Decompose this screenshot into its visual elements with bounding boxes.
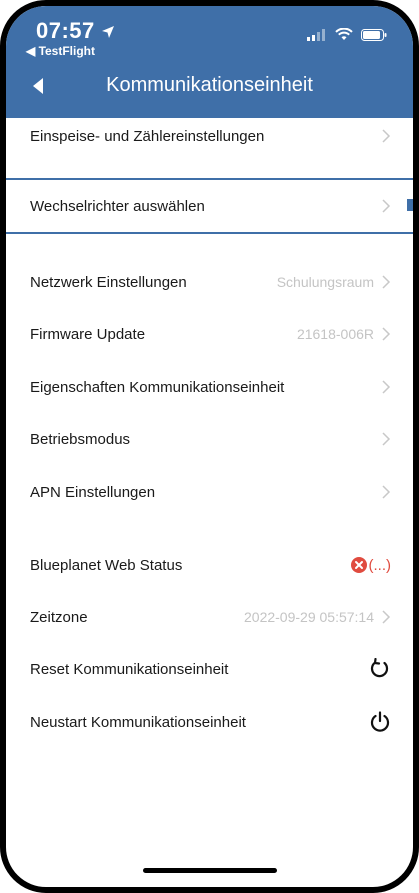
row-value: 21618-006R — [296, 326, 374, 342]
location-arrow-icon — [101, 26, 114, 39]
row-restart-unit[interactable]: Neustart Kommunikationseinheit — [6, 696, 413, 748]
row-label: Einspeise- und Zählereinstellungen — [30, 127, 265, 145]
app-header: 07:57 ◀ TestFlight Kommunikationseinheit — [6, 6, 413, 118]
chevron-right-icon — [382, 380, 391, 394]
row-label: Wechselrichter auswählen — [30, 197, 205, 215]
row-label: Eigenschaften Kommunikationseinheit — [30, 378, 285, 396]
row-label: Betriebsmodus — [30, 430, 131, 448]
chevron-right-icon — [382, 129, 391, 143]
chevron-right-icon — [382, 199, 391, 213]
power-icon[interactable] — [369, 711, 391, 733]
web-status-indicator: (...) — [350, 556, 392, 574]
row-firmware-update[interactable]: Firmware Update 21618-006R — [6, 308, 413, 360]
row-label: Zeitzone — [30, 608, 88, 626]
row-select-inverter[interactable]: Wechselrichter auswählen — [6, 178, 413, 234]
row-label: Firmware Update — [30, 325, 146, 343]
row-web-status[interactable]: Blueplanet Web Status (...) — [6, 539, 413, 591]
row-label: Blueplanet Web Status — [30, 556, 183, 574]
wifi-icon — [335, 28, 353, 40]
row-unit-properties[interactable]: Eigenschaften Kommunikationseinheit — [6, 361, 413, 413]
status-icons — [307, 28, 387, 41]
chevron-right-icon — [382, 432, 391, 446]
row-feed-in-settings[interactable]: Einspeise- und Zählereinstellungen — [6, 110, 413, 162]
row-label: Reset Kommunikationseinheit — [30, 660, 229, 678]
status-time: 07:57 — [36, 18, 115, 44]
selection-marker — [407, 199, 413, 211]
home-indicator[interactable] — [142, 868, 277, 873]
row-reset-unit[interactable]: Reset Kommunikationseinheit — [6, 643, 413, 695]
row-timezone[interactable]: Zeitzone 2022-09-29 05:57:14 — [6, 591, 413, 643]
chevron-right-icon — [382, 610, 391, 624]
chevron-right-icon — [382, 275, 391, 289]
status-time-text: 07:57 — [36, 18, 95, 43]
row-label: Netzwerk Einstellungen — [30, 273, 187, 291]
web-status-value: (...) — [368, 556, 392, 574]
chevron-right-icon — [382, 327, 391, 341]
testflight-back-link[interactable]: ◀ TestFlight — [26, 44, 95, 58]
row-label: Neustart Kommunikationseinheit — [30, 713, 246, 731]
signal-icon — [307, 28, 325, 41]
row-operating-mode[interactable]: Betriebsmodus — [6, 413, 413, 465]
row-apn-settings[interactable]: APN Einstellungen — [6, 466, 413, 518]
row-network-settings[interactable]: Netzwerk Einstellungen Schulungsraum — [6, 256, 413, 308]
row-label: APN Einstellungen — [30, 483, 156, 501]
row-value: 2022-09-29 05:57:14 — [244, 609, 374, 625]
battery-icon — [361, 28, 387, 41]
page-title: Kommunikationseinheit — [106, 74, 313, 96]
error-x-icon — [350, 557, 367, 573]
row-value: Schulungsraum — [276, 274, 374, 290]
reset-icon[interactable] — [369, 658, 391, 680]
chevron-right-icon — [382, 485, 391, 499]
phone-frame: 07:57 ◀ TestFlight Kommunikationseinheit — [0, 0, 419, 893]
